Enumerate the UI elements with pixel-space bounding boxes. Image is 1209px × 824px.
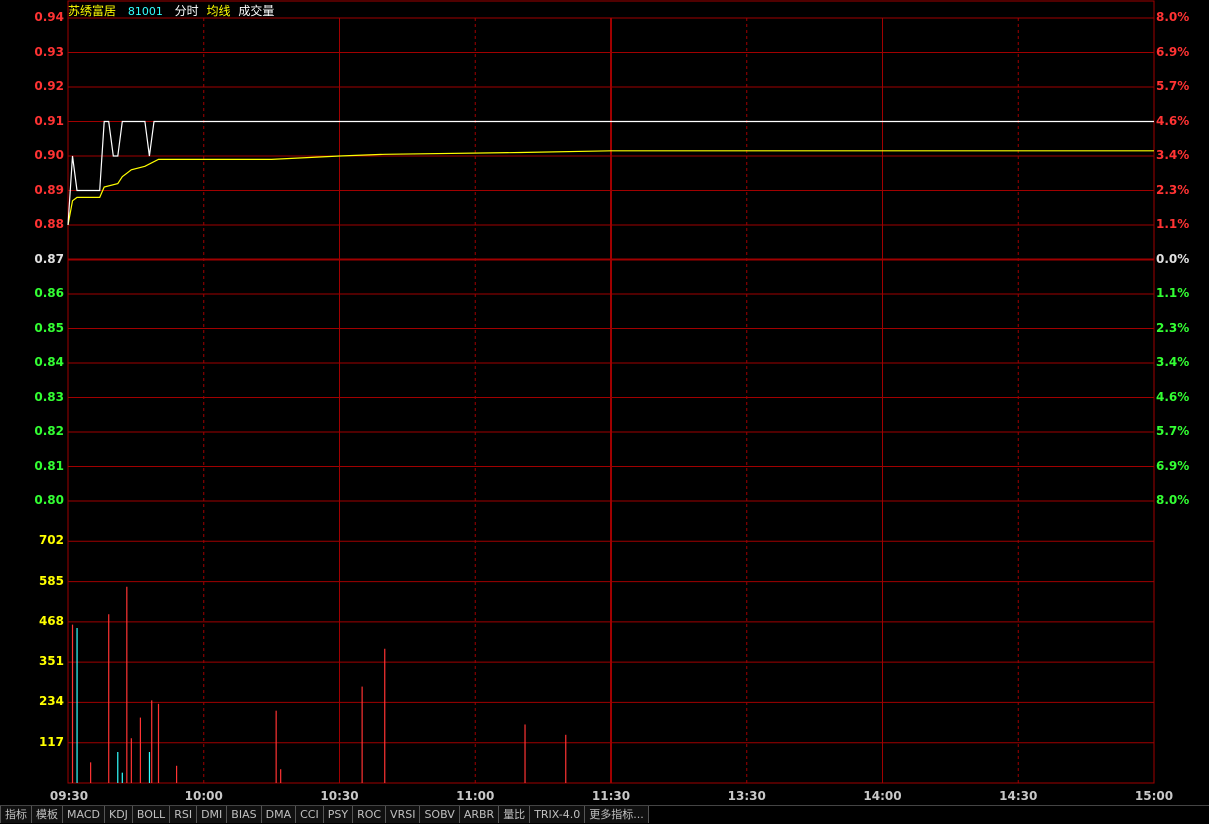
indicator-tab[interactable]: DMA	[262, 806, 297, 823]
volume-tick-label: 468	[0, 614, 64, 628]
percent-tick-label: 4.6%	[1156, 114, 1189, 128]
indicator-tab[interactable]: ROC	[353, 806, 386, 823]
chart-canvas[interactable]	[0, 0, 1209, 823]
percent-tick-label: 0.0%	[1156, 252, 1189, 266]
percent-tick-label: 5.7%	[1156, 424, 1189, 438]
volume-tick-label: 117	[0, 735, 64, 749]
price-tick-label: 0.81	[0, 459, 64, 473]
chart-header: 苏绣富居 81001 分时 均线 成交量	[68, 2, 282, 18]
price-tick-label: 0.83	[0, 390, 64, 404]
volume-tick-label: 702	[0, 533, 64, 547]
time-tick-label: 09:30	[50, 789, 88, 803]
indicator-tab[interactable]: DMI	[197, 806, 227, 823]
indicator-tab[interactable]: TRIX-4.0	[530, 806, 585, 823]
percent-tick-label: 8.0%	[1156, 493, 1189, 507]
volume-tick-label: 351	[0, 654, 64, 668]
price-tick-label: 0.90	[0, 148, 64, 162]
indicator-tab[interactable]: BIAS	[227, 806, 261, 823]
avg-label: 均线	[207, 4, 231, 18]
stock-name: 苏绣富居	[68, 4, 116, 18]
indicator-tab[interactable]: ARBR	[460, 806, 499, 823]
percent-tick-label: 8.0%	[1156, 10, 1189, 24]
time-tick-label: 14:30	[999, 789, 1037, 803]
time-tick-label: 14:00	[863, 789, 901, 803]
price-tick-label: 0.86	[0, 286, 64, 300]
volume-tick-label: 585	[0, 574, 64, 588]
indicator-tab[interactable]: RSI	[170, 806, 197, 823]
volume-label: 成交量	[238, 4, 274, 18]
price-tick-label: 0.89	[0, 183, 64, 197]
percent-tick-label: 5.7%	[1156, 79, 1189, 93]
indicator-tab[interactable]: 模板	[32, 806, 63, 823]
indicator-tab[interactable]: 更多指标...	[585, 806, 649, 823]
stock-code: 81001	[128, 5, 163, 18]
price-tick-label: 0.82	[0, 424, 64, 438]
time-tick-label: 11:30	[592, 789, 630, 803]
percent-tick-label: 1.1%	[1156, 286, 1189, 300]
indicator-tab[interactable]: PSY	[324, 806, 353, 823]
indicator-tab[interactable]: VRSI	[386, 806, 420, 823]
time-tick-label: 13:30	[728, 789, 766, 803]
intraday-chart-window: 苏绣富居 81001 分时 均线 成交量 0.94 0.93 0.92 0.91 0.9…	[0, 0, 1209, 823]
indicator-tab[interactable]: CCI	[296, 806, 324, 823]
volume-bars	[73, 587, 566, 783]
percent-tick-label: 6.9%	[1156, 45, 1189, 59]
percent-tick-label: 4.6%	[1156, 390, 1189, 404]
price-tick-label: 0.93	[0, 45, 64, 59]
price-tick-label: 0.87	[0, 252, 64, 266]
price-tick-label: 0.85	[0, 321, 64, 335]
percent-tick-label: 3.4%	[1156, 148, 1189, 162]
price-tick-label: 0.84	[0, 355, 64, 369]
price-tick-label: 0.94	[0, 10, 64, 24]
indicator-tab[interactable]: MACD	[63, 806, 105, 823]
volume-tick-label: 234	[0, 694, 64, 708]
grid	[68, 18, 1154, 783]
time-tick-label: 15:00	[1135, 789, 1173, 803]
price-tick-label: 0.92	[0, 79, 64, 93]
time-tick-label: 10:00	[185, 789, 223, 803]
indicator-tab-bar: 指标模板MACDKDJBOLLRSIDMIBIASDMACCIPSYROCVRS…	[0, 805, 1209, 824]
indicator-tab[interactable]: 量比	[499, 806, 530, 823]
time-tick-label: 10:30	[320, 789, 358, 803]
percent-tick-label: 1.1%	[1156, 217, 1189, 231]
indicator-tab[interactable]: KDJ	[105, 806, 133, 823]
price-tick-label: 0.88	[0, 217, 64, 231]
time-tick-label: 11:00	[456, 789, 494, 803]
percent-tick-label: 3.4%	[1156, 355, 1189, 369]
indicator-tab[interactable]: SOBV	[420, 806, 459, 823]
mode-label: 分时	[175, 4, 199, 18]
indicator-tab[interactable]: BOLL	[133, 806, 170, 823]
indicator-tab[interactable]: 指标	[0, 806, 32, 823]
percent-tick-label: 2.3%	[1156, 183, 1189, 197]
price-tick-label: 0.80	[0, 493, 64, 507]
percent-tick-label: 6.9%	[1156, 459, 1189, 473]
percent-tick-label: 2.3%	[1156, 321, 1189, 335]
price-tick-label: 0.91	[0, 114, 64, 128]
